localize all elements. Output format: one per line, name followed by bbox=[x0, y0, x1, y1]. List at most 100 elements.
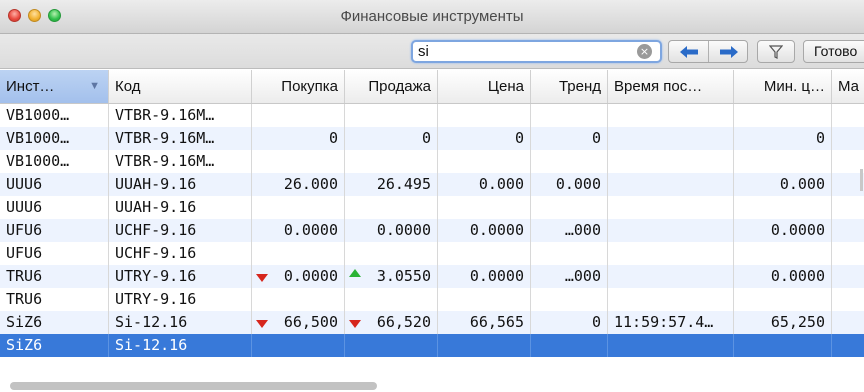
cell-inst: UFU6 bbox=[0, 219, 109, 242]
cell-sell bbox=[345, 334, 438, 357]
cell-trend bbox=[531, 196, 608, 219]
table-row[interactable]: SiZ6 Si-12.16 bbox=[0, 334, 864, 357]
window-title: Финансовые инструменты bbox=[340, 8, 524, 25]
cell-value: 0 bbox=[591, 313, 601, 331]
column-header-sell[interactable]: Продажа bbox=[345, 70, 438, 103]
table-row[interactable]: UFU6 UCHF-9.16 0.0000 0.0000 0.0000 …000 0.000… bbox=[0, 219, 864, 242]
back-button[interactable] bbox=[669, 41, 709, 62]
column-header-last-time[interactable]: Время пос… bbox=[608, 70, 734, 103]
cell-value: UCHF-9.16 bbox=[115, 221, 197, 239]
table-row[interactable]: SiZ6 Si-12.16 66,500 66,520 66,565 0 11:59:57.… bbox=[0, 311, 864, 334]
cell-time bbox=[608, 219, 734, 242]
horizontal-scrollbar[interactable] bbox=[10, 382, 377, 390]
cell-value: 66,520 bbox=[376, 313, 431, 331]
cell-min: 0 bbox=[734, 127, 832, 150]
cell-sell bbox=[345, 288, 438, 311]
cell-price bbox=[438, 242, 531, 265]
cell-value: 0.0000 bbox=[376, 221, 431, 239]
table-row[interactable]: TRU6 UTRY-9.16 0.0000 3.0550 0.0000 …000 0.000… bbox=[0, 265, 864, 288]
arrow-right-icon bbox=[719, 45, 738, 58]
cell-time bbox=[608, 288, 734, 311]
cell-time bbox=[608, 196, 734, 219]
trend-down-icon bbox=[256, 320, 268, 328]
cell-code: UCHF-9.16 bbox=[109, 242, 252, 265]
arrow-left-icon bbox=[679, 45, 698, 58]
cell-buy bbox=[252, 104, 345, 127]
cell-max bbox=[832, 288, 864, 311]
cell-value: Si-12.16 bbox=[115, 336, 188, 354]
cell-code: UUAH-9.16 bbox=[109, 196, 252, 219]
filter-button[interactable] bbox=[757, 40, 795, 63]
cell-value: …000 bbox=[564, 267, 601, 285]
done-button[interactable]: Готово bbox=[803, 40, 864, 63]
cell-price bbox=[438, 196, 531, 219]
table-row[interactable]: VB1000… VTBR-9.16M… 0 0 0 0 0 bbox=[0, 127, 864, 150]
cell-value: …000 bbox=[564, 221, 601, 239]
cell-value: UTRY-9.16 bbox=[115, 267, 197, 285]
table-row[interactable]: VB1000… VTBR-9.16M… bbox=[0, 150, 864, 173]
table-row[interactable]: UFU6 UCHF-9.16 bbox=[0, 242, 864, 265]
column-header-buy[interactable]: Покупка bbox=[252, 70, 345, 103]
cell-trend: 0 bbox=[531, 127, 608, 150]
column-header-min-price[interactable]: Мин. ц… bbox=[734, 70, 832, 103]
clear-search-icon[interactable]: × bbox=[637, 44, 652, 59]
cell-min: 0.000 bbox=[734, 173, 832, 196]
cell-code: Si-12.16 bbox=[109, 334, 252, 357]
column-header-instrument[interactable]: Инст… ▼ bbox=[0, 70, 109, 103]
cell-code: UUAH-9.16 bbox=[109, 173, 252, 196]
cell-value: TRU6 bbox=[6, 290, 43, 308]
cell-inst: TRU6 bbox=[0, 265, 109, 288]
cell-buy: 66,500 bbox=[252, 311, 345, 334]
cell-buy: 26.000 bbox=[252, 173, 345, 196]
cell-value: VB1000… bbox=[6, 129, 70, 147]
cell-time bbox=[608, 127, 734, 150]
cell-value: VB1000… bbox=[6, 106, 70, 124]
cell-code: UTRY-9.16 bbox=[109, 265, 252, 288]
cell-time bbox=[608, 150, 734, 173]
cell-min: 0.0000 bbox=[734, 219, 832, 242]
trend-up-icon bbox=[349, 269, 361, 277]
funnel-icon bbox=[769, 44, 783, 59]
table-row[interactable]: UUU6 UUAH-9.16 bbox=[0, 196, 864, 219]
cell-price: 66,565 bbox=[438, 311, 531, 334]
cell-min bbox=[734, 334, 832, 357]
forward-button[interactable] bbox=[709, 41, 748, 62]
table-row[interactable]: VB1000… VTBR-9.16M… bbox=[0, 104, 864, 127]
table-row[interactable]: UUU6 UUAH-9.16 26.000 26.495 0.000 0.000 0.000 bbox=[0, 173, 864, 196]
cell-price bbox=[438, 288, 531, 311]
cell-max bbox=[832, 219, 864, 242]
cell-trend bbox=[531, 104, 608, 127]
column-header-label: Инст… bbox=[6, 78, 55, 95]
table-row[interactable]: TRU6 UTRY-9.16 bbox=[0, 288, 864, 311]
cell-value: UCHF-9.16 bbox=[115, 244, 197, 262]
cell-value: VB1000… bbox=[6, 152, 70, 170]
cell-value: SiZ6 bbox=[6, 336, 43, 354]
title-bar: Финансовые инструменты bbox=[0, 0, 864, 34]
cell-min bbox=[734, 104, 832, 127]
column-header-code[interactable]: Код bbox=[109, 70, 252, 103]
cell-trend: …000 bbox=[531, 219, 608, 242]
navigation-button-group bbox=[668, 40, 748, 63]
cell-trend bbox=[531, 150, 608, 173]
cell-max bbox=[832, 242, 864, 265]
cell-trend: …000 bbox=[531, 265, 608, 288]
cell-max bbox=[832, 311, 864, 334]
column-header-max[interactable]: Ма bbox=[832, 70, 864, 103]
search-input[interactable] bbox=[418, 43, 618, 60]
column-header-trend[interactable]: Тренд bbox=[531, 70, 608, 103]
instruments-window: Финансовые инструменты × Готово bbox=[0, 0, 864, 392]
search-field[interactable]: × bbox=[411, 40, 662, 63]
cell-price: 0.000 bbox=[438, 173, 531, 196]
cell-value: 26.495 bbox=[376, 175, 431, 193]
cell-value: UTRY-9.16 bbox=[115, 290, 197, 308]
cell-time bbox=[608, 104, 734, 127]
cell-trend bbox=[531, 288, 608, 311]
cell-value: 0.000 bbox=[555, 175, 601, 193]
cell-sell: 3.0550 bbox=[345, 265, 438, 288]
cell-code: Si-12.16 bbox=[109, 311, 252, 334]
cell-value: UFU6 bbox=[6, 221, 43, 239]
cell-value: 0 bbox=[815, 129, 825, 147]
column-header-price[interactable]: Цена bbox=[438, 70, 531, 103]
cell-trend: 0.000 bbox=[531, 173, 608, 196]
cell-value: 66,565 bbox=[469, 313, 524, 331]
